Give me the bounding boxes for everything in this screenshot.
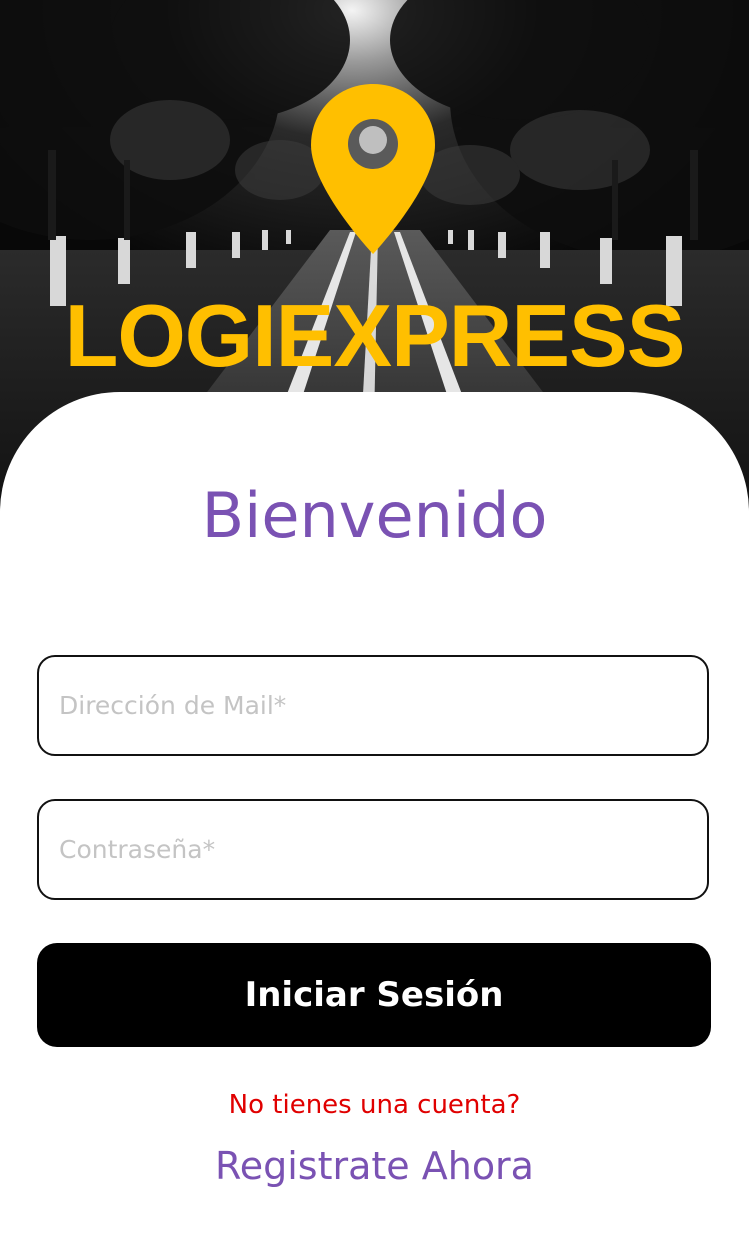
welcome-heading: Bienvenido — [201, 479, 548, 552]
login-screen: LOGIEXPRESS Bienvenido Iniciar Sesión No… — [0, 0, 749, 1247]
register-link[interactable]: Registrate Ahora — [0, 1142, 749, 1190]
no-account-text: No tienes una cuenta? — [228, 1090, 521, 1120]
password-field[interactable] — [37, 799, 709, 900]
email-field[interactable] — [37, 655, 709, 756]
email-input[interactable] — [59, 657, 687, 754]
password-input[interactable] — [59, 801, 687, 898]
map-pin-icon — [311, 84, 435, 254]
brand-logo-text: LOGIEXPRESS — [64, 286, 686, 385]
login-button[interactable]: Iniciar Sesión — [37, 943, 711, 1047]
